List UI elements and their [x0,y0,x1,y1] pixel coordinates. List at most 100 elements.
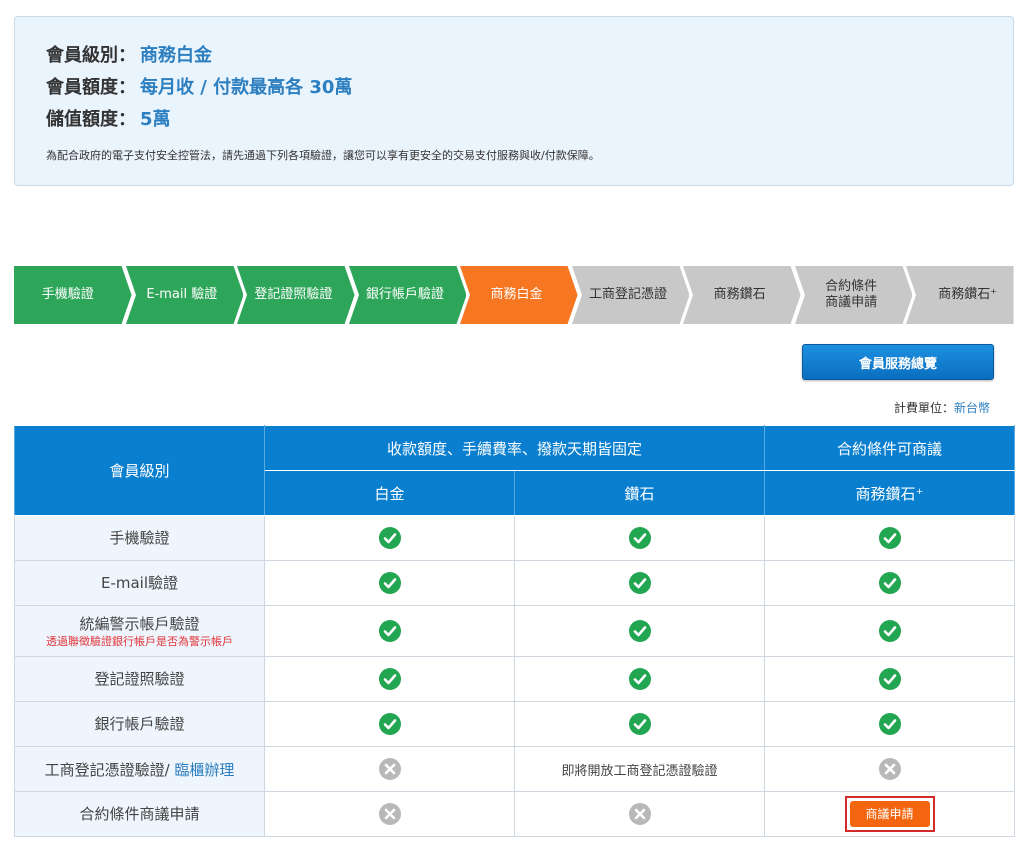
verification-steps: 手機驗證 E-mail 驗證 登記證照驗證 銀行帳戶驗證 商務白金 工商登記憑證 商務鑽石 合… [14,266,1014,324]
regulation-note: 為配合政府的電子支付安全控管法，請先通過下列各項驗證，讓您可以享有更安全的交易支… [46,149,600,162]
row-label: 手機驗證 [14,515,265,561]
billing-currency: 新台幣 [953,401,990,415]
header-diamond: 鑽石 [513,470,766,516]
row-label: 登記證照驗證 [14,656,265,702]
step-label: 登記證照驗證 [254,287,333,302]
header-negotiable-terms: 合約條件可商議 [764,425,1016,471]
cross-icon [378,758,401,780]
table-row: 合約條件商議申請 商議申請 [14,791,1016,837]
table-cell [264,746,515,792]
check-icon [628,668,651,690]
check-icon [628,527,651,549]
cell-text: 即將開放工商登記憑證驗證 [561,763,718,779]
step-label: 手機驗證 [41,287,94,302]
table-cell [513,701,766,747]
stored-value-value: 5萬 [140,109,171,130]
table-cell [764,656,1016,702]
table-cell [264,791,515,837]
header-business-diamond-plus: 商務鑽石⁺ [764,470,1016,516]
header-fixed-terms: 收款額度、手續費率、撥款天期皆固定 [263,425,766,471]
table-cell [764,701,1016,747]
table-row: 手機驗證 [14,515,1016,561]
check-icon [878,668,901,690]
table-cell: 即將開放工商登記憑證驗證 [513,746,766,792]
row-label-text: 合約條件商議申請 [79,805,200,823]
check-icon [878,572,901,594]
negotiation-apply-button[interactable]: 商議申請 [849,801,930,827]
check-icon [878,713,901,735]
step-label: E-mail 驗證 [146,287,218,302]
row-label-text: E-mail驗證 [100,574,179,592]
header-member-level: 會員級別 [14,425,265,516]
check-icon [378,620,401,642]
step-4: 銀行帳戶驗證 [348,266,467,324]
check-icon [628,713,651,735]
table-cell [264,656,515,702]
member-level-value: 商務白金 [140,45,212,66]
member-quota-value: 每月收 / 付款最高各 30萬 [140,77,353,98]
table-cell [264,515,515,561]
row-label-text: 手機驗證 [109,529,170,547]
table-cell [513,560,766,606]
step-label: 商務鑽石⁺ [938,287,998,302]
row-label: 銀行帳戶驗證 [14,701,265,747]
table-cell [513,656,766,702]
member-level-row: 會員級別： 商務白金 [46,41,212,67]
cross-icon [878,758,901,780]
row-label-text: 工商登記憑證驗證/ [44,760,175,779]
table-cell [764,746,1016,792]
table-cell [764,515,1016,561]
step-9: 商務鑽石⁺ [906,266,1024,324]
row-label-text: 登記證照驗證 [94,670,185,688]
table-row: 登記證照驗證 [14,656,1016,702]
check-icon [878,527,901,549]
step-label: 合約條件 商議申請 [825,279,878,310]
member-level-label: 會員級別： [46,45,136,66]
row-label: 合約條件商議申請 [14,791,265,837]
member-quota-row: 會員額度： 每月收 / 付款最高各 30萬 [46,73,352,99]
table-cell [264,701,515,747]
row-label: E-mail驗證 [14,560,265,606]
step-label: 工商登記憑證 [589,287,668,302]
table-cell [513,515,766,561]
row-label-text: 銀行帳戶驗證 [94,715,185,733]
step-5: 商務白金 [460,266,578,324]
stored-value-label: 儲值額度： [46,109,136,130]
step-6: 工商登記憑證 [571,266,690,324]
step-7: 商務鑽石 [683,266,801,324]
step-8: 合約條件 商議申請 [794,266,913,324]
check-icon [378,572,401,594]
check-icon [628,572,651,594]
row-label: 統編警示帳戶驗證 透過聯徵驗證銀行帳戶是否為警示帳戶 [14,605,265,657]
stored-value-row: 儲值額度： 5萬 [46,105,171,131]
apply-button-highlight: 商議申請 [844,796,935,832]
cross-icon [628,803,651,825]
member-quota-label: 會員額度： [46,77,136,98]
header-platinum: 白金 [264,470,515,516]
step-label: 商務白金 [490,287,543,302]
check-icon [378,527,401,549]
billing-unit-note: 計費單位：新台幣 [894,399,990,416]
table-row: 統編警示帳戶驗證 透過聯徵驗證銀行帳戶是否為警示帳戶 [14,605,1016,657]
over-counter-link[interactable]: 臨櫃辦理 [174,761,234,779]
table-cell: 商議申請 [764,791,1016,837]
table-cell [513,605,766,657]
table-row: 工商登記憑證驗證/ 臨櫃辦理 即將開放工商登記憑證驗證 [14,746,1016,792]
table-cell [264,560,515,606]
check-icon [628,620,651,642]
table-cell [513,791,766,837]
step-1: 手機驗證 [14,266,132,324]
billing-unit-label: 計費單位： [893,401,954,415]
step-label: 商務鑽石 [713,287,766,302]
table-cell [764,560,1016,606]
table-cell [764,605,1016,657]
step-label: 銀行帳戶驗證 [365,287,444,302]
membership-comparison-table: 會員級別 收款額度、手續費率、撥款天期皆固定 合約條件可商議 白金 鑽石 商務鑽… [14,425,1016,837]
membership-info-box: 會員級別： 商務白金 會員額度： 每月收 / 付款最高各 30萬 儲值額度： 5萬 為… [14,16,1014,186]
table-row: E-mail驗證 [14,560,1016,606]
check-icon [378,713,401,735]
check-icon [378,668,401,690]
row-label-subtext: 透過聯徵驗證銀行帳戶是否為警示帳戶 [46,634,233,648]
member-services-overview-button[interactable]: 會員服務總覽 [802,344,994,380]
step-3: 登記證照驗證 [237,266,355,324]
